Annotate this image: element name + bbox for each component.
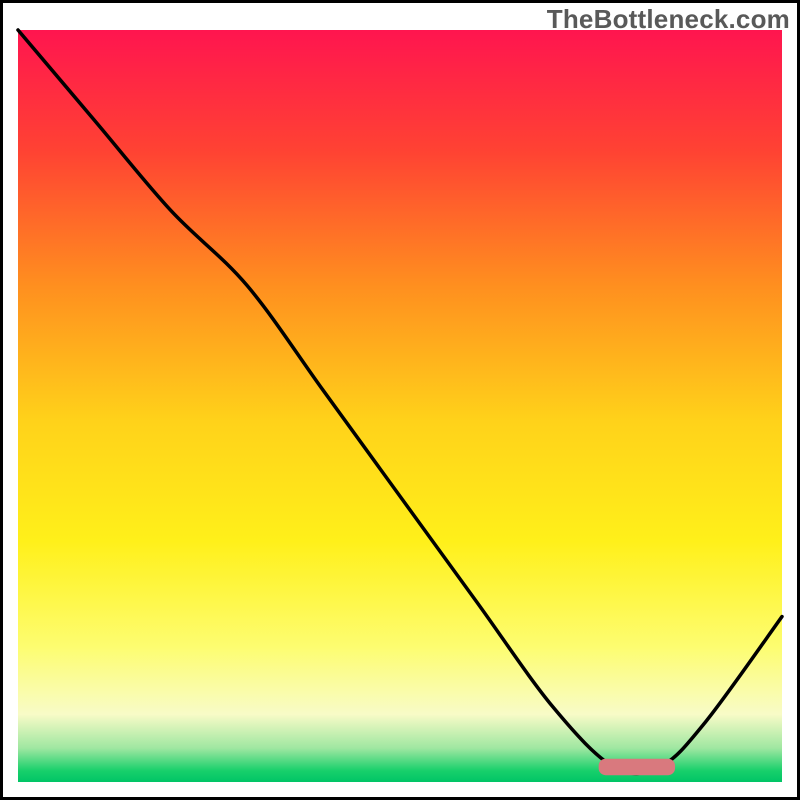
plot-area <box>18 30 782 782</box>
chart-root: TheBottleneck.com <box>0 0 800 800</box>
target-range-marker <box>599 759 675 776</box>
watermark-text: TheBottleneck.com <box>547 4 790 35</box>
chart-svg <box>0 0 800 800</box>
